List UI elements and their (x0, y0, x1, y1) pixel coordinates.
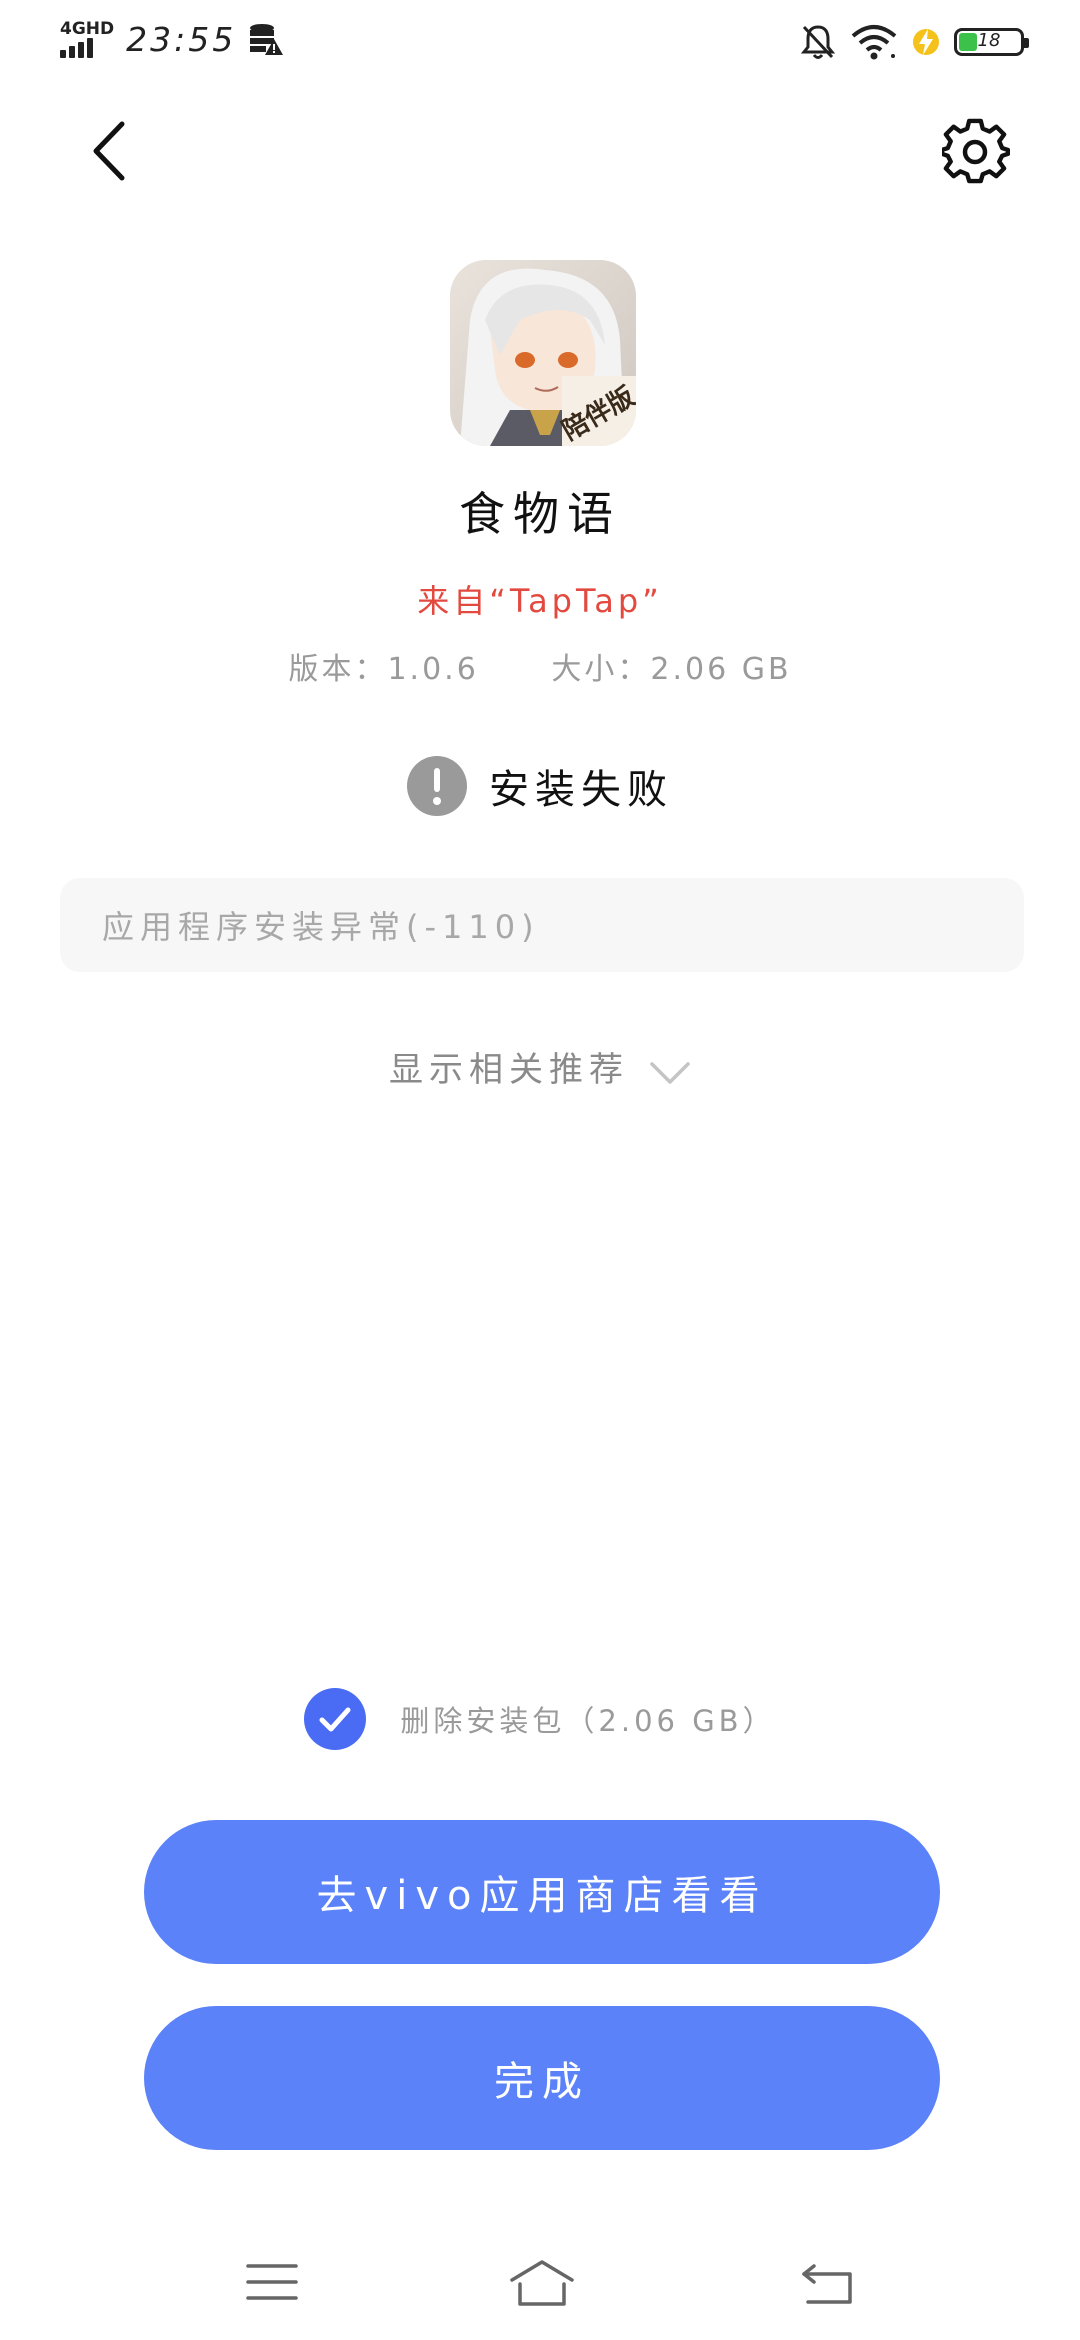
delete-package-label: 删除安装包（2.06 GB） (400, 1704, 776, 1738)
app-version: 版本：1.0.6 (288, 652, 479, 687)
wifi-icon (851, 25, 897, 60)
mute-bell-icon (800, 25, 836, 59)
network-indicator: 4GHD (60, 20, 114, 58)
home-icon[interactable] (508, 2258, 576, 2308)
app-source: 来自“TapTap” (417, 582, 663, 620)
error-message-box: 应用程序安装异常(-110) (60, 878, 1024, 972)
status-bar-left: 4GHD 23:55 (60, 14, 284, 64)
open-store-button[interactable]: 去vivo应用商店看看 (144, 1820, 940, 1964)
delete-package-option[interactable]: 删除安装包（2.06 GB） (0, 1688, 1080, 1750)
back-icon[interactable] (800, 2262, 856, 2306)
install-result: 安装失败 (0, 756, 1080, 816)
checkmark-icon (319, 1707, 351, 1732)
menu-icon[interactable] (246, 2262, 298, 2302)
chevron-down-icon (650, 1062, 690, 1084)
exclamation-circle-icon (407, 756, 467, 816)
settings-button[interactable] (942, 118, 1010, 186)
signal-icon (60, 38, 93, 58)
recommend-label: 显示相关推荐 (389, 1049, 629, 1090)
charging-icon (913, 29, 939, 55)
show-recommendations-toggle[interactable]: 显示相关推荐 (0, 1036, 1080, 1096)
chevron-left-icon (93, 121, 125, 181)
database-warning-icon (250, 24, 284, 55)
app-meta: 版本：1.0.6 大小：2.06 GB (0, 644, 1080, 688)
install-result-text: 安装失败 (489, 767, 673, 813)
app-icon: 陪伴版 (450, 260, 636, 446)
done-button[interactable]: 完成 (144, 2006, 940, 2150)
error-message: 应用程序安装异常(-110) (102, 908, 540, 946)
battery-icon: 18 (954, 28, 1029, 56)
gear-icon (942, 118, 1010, 184)
network-label: 4GHD (60, 19, 115, 39)
app-size: 大小：2.06 GB (551, 652, 792, 687)
clock: 23:55 (126, 19, 237, 59)
delete-package-checkbox[interactable] (304, 1688, 367, 1750)
app-name: 食物语 (459, 487, 621, 541)
status-bar-right: 18 (800, 18, 1029, 66)
battery-level: 18 (977, 30, 1001, 51)
back-button[interactable] (82, 118, 142, 184)
